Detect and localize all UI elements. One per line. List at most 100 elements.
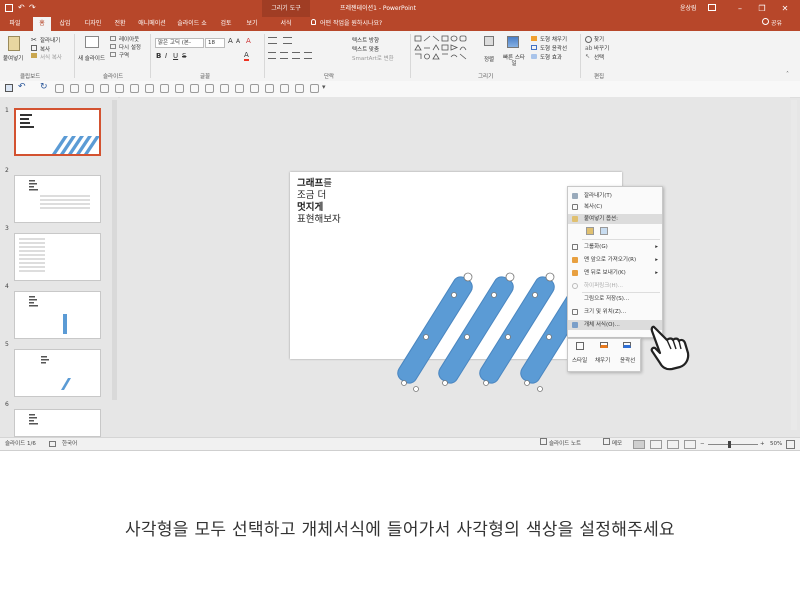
- zoom-level[interactable]: 50%: [770, 438, 782, 450]
- tab-slideshow[interactable]: 슬라이드 쇼: [174, 17, 210, 31]
- thumbnail-scrollbar[interactable]: [112, 100, 117, 400]
- tab-view[interactable]: 보기: [242, 17, 262, 31]
- quick-styles-button[interactable]: 빠른 스타일: [503, 55, 525, 67]
- toolbar-button[interactable]: [295, 84, 304, 93]
- redo-icon[interactable]: ↻: [40, 82, 48, 92]
- spellcheck-icon[interactable]: [49, 441, 56, 447]
- toolbar-button[interactable]: [220, 84, 229, 93]
- align-text-button[interactable]: 텍스트 맞춤: [352, 45, 379, 53]
- font-color-icon[interactable]: A: [244, 52, 249, 61]
- text-direction-button[interactable]: 텍스트 방향: [352, 36, 379, 44]
- save-icon[interactable]: [5, 84, 13, 92]
- slide-thumbnail-5[interactable]: [14, 349, 101, 397]
- toolbar-button[interactable]: [235, 84, 244, 93]
- slide-sorter-button[interactable]: [650, 440, 662, 449]
- language-indicator[interactable]: 한국어: [62, 438, 77, 450]
- slide-thumbnail-4[interactable]: [14, 291, 101, 339]
- format-painter-button[interactable]: 서식 복사: [40, 53, 62, 61]
- toolbar-button[interactable]: [100, 84, 109, 93]
- select-button[interactable]: 선택: [594, 53, 604, 61]
- zoom-out-button[interactable]: −: [700, 438, 705, 450]
- shrink-font-icon[interactable]: A: [236, 38, 240, 45]
- toolbar-button[interactable]: [70, 84, 79, 93]
- toolbar-button[interactable]: [160, 84, 169, 93]
- save-icon[interactable]: [5, 4, 13, 12]
- toolbar-button[interactable]: [175, 84, 184, 93]
- find-button[interactable]: 찾기: [594, 35, 604, 43]
- menu-item-cut[interactable]: 잘라내기(T): [568, 191, 662, 201]
- zoom-slider-thumb[interactable]: [728, 441, 731, 448]
- tab-review[interactable]: 검토: [216, 17, 236, 31]
- close-button[interactable]: ✕: [775, 0, 795, 17]
- numbering-icon[interactable]: [283, 37, 292, 44]
- toolbar-button[interactable]: [265, 84, 274, 93]
- shape-fill-button[interactable]: 도형 채우기: [540, 35, 567, 43]
- underline-icon[interactable]: U: [173, 52, 178, 60]
- toolbar-button[interactable]: [115, 84, 124, 93]
- align-left-icon[interactable]: [268, 52, 276, 59]
- paste-picture-button[interactable]: [600, 227, 608, 235]
- toolbar-button[interactable]: [205, 84, 214, 93]
- tab-file[interactable]: 파일: [4, 17, 26, 31]
- menu-item-group[interactable]: 그룹화(G) ▸: [568, 242, 662, 252]
- arrange-button[interactable]: 정렬: [484, 55, 494, 63]
- outline-button[interactable]: 윤곽선: [620, 342, 640, 364]
- menu-item-size-position[interactable]: 크기 및 위치(Z)...: [568, 307, 662, 317]
- customize-toolbar-icon[interactable]: ▾: [322, 83, 326, 91]
- toolbar-button[interactable]: [55, 84, 64, 93]
- tell-me-box[interactable]: 어떤 작업을 원하시나요?: [320, 17, 382, 31]
- toolbar-button[interactable]: [130, 84, 139, 93]
- clear-format-icon[interactable]: A: [246, 37, 251, 45]
- menu-item-save-as-picture[interactable]: 그림으로 저장(S)...: [568, 294, 662, 304]
- shape-effects-button[interactable]: 도형 효과: [540, 53, 562, 61]
- fit-slide-button[interactable]: [786, 440, 795, 449]
- strikethrough-icon[interactable]: S: [182, 52, 186, 60]
- collapse-ribbon-icon[interactable]: ˄: [786, 71, 789, 78]
- tab-format[interactable]: 서식: [275, 17, 297, 31]
- font-name-select[interactable]: 맑은 고딕 (본-: [155, 38, 204, 48]
- new-slide-button[interactable]: 새 슬라이드: [78, 54, 105, 62]
- style-button[interactable]: 스타일: [572, 342, 590, 364]
- arrange-icon[interactable]: [484, 36, 494, 46]
- smartart-button[interactable]: SmartArt로 변환: [352, 54, 394, 62]
- align-center-icon[interactable]: [280, 52, 288, 59]
- undo-icon[interactable]: ↶: [18, 3, 25, 12]
- justify-icon[interactable]: [304, 52, 312, 59]
- section-button[interactable]: 구역: [119, 51, 129, 59]
- layout-button[interactable]: 레이아웃: [119, 35, 139, 43]
- quick-styles-icon[interactable]: [507, 36, 519, 48]
- reset-button[interactable]: 다시 설정: [119, 43, 141, 51]
- menu-item-bring-to-front[interactable]: 맨 앞으로 가져오기(R) ▸: [568, 255, 662, 265]
- minimize-button[interactable]: –: [730, 0, 750, 17]
- italic-icon[interactable]: I: [165, 52, 167, 60]
- tab-transitions[interactable]: 전환: [110, 17, 130, 31]
- canvas-scrollbar[interactable]: [791, 100, 797, 430]
- normal-view-button[interactable]: [633, 440, 645, 449]
- tab-design[interactable]: 디자인: [80, 17, 106, 31]
- bold-icon[interactable]: B: [156, 52, 161, 60]
- paste-button[interactable]: 붙여넣기: [3, 54, 23, 62]
- share-button[interactable]: 공유: [762, 17, 782, 31]
- menu-item-send-to-back[interactable]: 맨 뒤로 보내기(K) ▸: [568, 268, 662, 278]
- tab-home[interactable]: 홈: [33, 17, 51, 31]
- zoom-in-button[interactable]: +: [760, 438, 765, 450]
- user-name[interactable]: 윤상림: [680, 0, 697, 17]
- menu-item-hyperlink[interactable]: 하이퍼링크(H)...: [568, 281, 662, 291]
- slide-thumbnail-2[interactable]: [14, 175, 101, 223]
- cut-button[interactable]: 잘라내기: [40, 36, 60, 44]
- toolbar-button[interactable]: [85, 84, 94, 93]
- font-size-select[interactable]: 18: [205, 38, 225, 48]
- slideshow-button[interactable]: [684, 440, 696, 449]
- copy-button[interactable]: 복사: [40, 45, 50, 53]
- tab-animations[interactable]: 애니메이션: [135, 17, 169, 31]
- toolbar-button[interactable]: [190, 84, 199, 93]
- slide-thumbnail-6[interactable]: [14, 409, 101, 437]
- paste-icon[interactable]: [8, 36, 20, 51]
- reading-view-button[interactable]: [667, 440, 679, 449]
- slide-text-box[interactable]: 그래프를 조금 더 멋지게 표현해보자: [297, 178, 341, 226]
- toolbar-button[interactable]: [145, 84, 154, 93]
- tab-insert[interactable]: 삽입: [55, 17, 75, 31]
- slide-thumbnail-3[interactable]: [14, 233, 101, 281]
- shapes-gallery[interactable]: [414, 35, 476, 65]
- notes-button[interactable]: 슬라이드 노트: [540, 438, 581, 450]
